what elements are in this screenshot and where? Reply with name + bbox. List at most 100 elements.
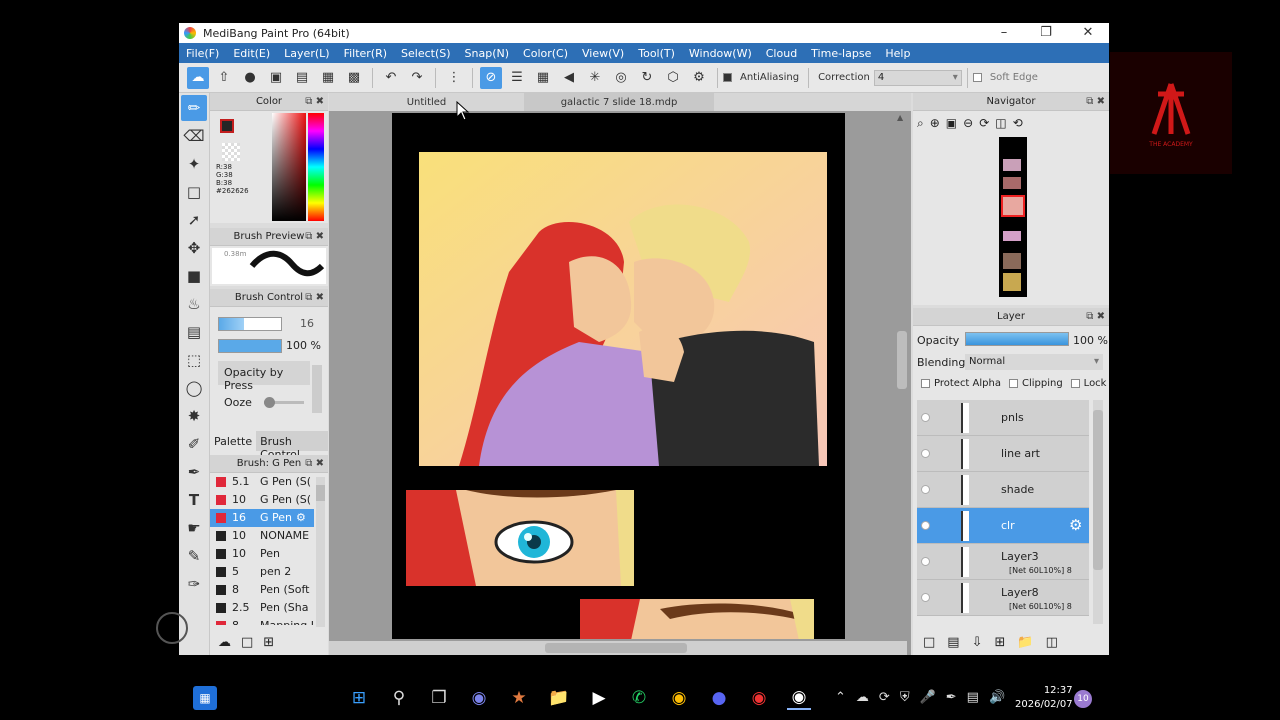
brush-item[interactable]: 5.1 G Pen (S( xyxy=(210,473,314,491)
protect-alpha-checkbox[interactable] xyxy=(921,378,930,388)
brush-item[interactable]: 10 G Pen (S( xyxy=(210,491,314,509)
menu-timelapse[interactable]: Time-lapse xyxy=(804,47,878,60)
volume-icon[interactable]: 🔊 xyxy=(989,690,1005,705)
menu-edit[interactable]: Edit(E) xyxy=(226,47,277,60)
panel-detach-close-icon[interactable]: ⧉ ✖ xyxy=(305,228,324,246)
brush-settings-icon[interactable]: ⚙ xyxy=(296,509,306,527)
comic-page[interactable] xyxy=(392,113,845,639)
teams-icon[interactable]: ◉ xyxy=(467,686,491,710)
copy-layer-icon[interactable]: ▤ xyxy=(947,635,959,650)
layer-row[interactable]: line art xyxy=(917,436,1089,472)
visibility-eye-icon[interactable] xyxy=(921,521,930,530)
select-pen-tool-icon[interactable]: ✐ xyxy=(181,431,207,457)
shield-icon[interactable]: ⛨ xyxy=(900,690,910,705)
add-layer-menu-icon[interactable]: ⊞ xyxy=(995,635,1006,650)
blending-select[interactable]: Normal ▾ xyxy=(965,354,1103,370)
share-icon[interactable]: ⇧ xyxy=(213,67,235,89)
minimize-button[interactable]: – xyxy=(983,23,1025,43)
menu-cloud[interactable]: Cloud xyxy=(759,47,804,60)
primary-color-swatch[interactable] xyxy=(220,119,234,133)
folder-icon[interactable]: 📁 xyxy=(1017,635,1033,650)
restore-button[interactable]: ❐ xyxy=(1025,23,1067,43)
undo-icon[interactable]: ↶ xyxy=(380,67,402,89)
hue-slider[interactable] xyxy=(308,113,324,221)
delete-layer-icon[interactable]: ◫ xyxy=(1046,635,1058,650)
canvas-horizontal-scrollbar[interactable] xyxy=(329,641,907,655)
brush-item[interactable]: 8 Pen (Soft xyxy=(210,581,314,599)
snipping-icon[interactable]: ◉ xyxy=(747,686,771,710)
lock-checkbox[interactable] xyxy=(1070,378,1080,388)
pen-icon[interactable]: ✒ xyxy=(946,690,957,705)
start-icon[interactable]: ⊞ xyxy=(347,686,371,710)
operation-tool-icon[interactable]: ☛ xyxy=(181,515,207,541)
visibility-eye-icon[interactable] xyxy=(921,485,930,494)
menu-help[interactable]: Help xyxy=(878,47,917,60)
select-tool-icon[interactable]: ⬚ xyxy=(181,347,207,373)
new-layer-icon[interactable]: □ xyxy=(923,635,935,650)
task-view-icon[interactable]: ❐ xyxy=(427,686,451,710)
menu-layer[interactable]: Layer(L) xyxy=(277,47,336,60)
merge-layer-icon[interactable]: ⇩ xyxy=(972,635,983,650)
brush-item-selected[interactable]: 16 G Pen ⚙ xyxy=(210,509,314,527)
visibility-eye-icon[interactable] xyxy=(921,593,930,602)
menu-tool[interactable]: Tool(T) xyxy=(631,47,682,60)
whatsapp-icon[interactable]: ✆ xyxy=(627,686,651,710)
gradient-tool-icon[interactable]: ▤ xyxy=(181,319,207,345)
zoom-fit-icon[interactable]: ⌕ xyxy=(917,116,924,131)
notification-badge[interactable]: 10 xyxy=(1074,690,1092,708)
redo-icon[interactable]: ↷ xyxy=(406,67,428,89)
zoom-in-icon[interactable]: ⊕ xyxy=(930,116,940,130)
eraser-tool-icon[interactable]: ⌫ xyxy=(181,123,207,149)
discord-icon[interactable]: ● xyxy=(707,686,731,710)
panel-detach-close-icon[interactable]: ⧉ ✖ xyxy=(1086,308,1105,326)
medibang-taskbar-icon[interactable]: ◉ xyxy=(787,686,811,710)
rotate-icon[interactable]: ⟳ xyxy=(979,116,989,130)
panel-detach-close-icon[interactable]: ⧉ ✖ xyxy=(1086,93,1105,111)
secondary-color-swatch[interactable] xyxy=(222,143,240,161)
panel-detach-close-icon[interactable]: ⧉ ✖ xyxy=(305,289,324,307)
menu-window[interactable]: Window(W) xyxy=(682,47,759,60)
layer-row[interactable]: Layer3 [Net 60L10%] 8 xyxy=(917,544,1089,580)
scroll-up-icon[interactable]: ▲ xyxy=(897,113,907,122)
new-brush-icon[interactable]: □ xyxy=(241,635,253,650)
fill-rect-tool-icon[interactable]: ■ xyxy=(181,263,207,289)
grid-icon[interactable]: ▩ xyxy=(343,67,365,89)
fit-window-icon[interactable]: ▣ xyxy=(946,116,957,130)
layer-settings-icon[interactable]: ⚙ xyxy=(1069,516,1082,534)
menu-view[interactable]: View(V) xyxy=(575,47,631,60)
snap-off-icon[interactable]: ⊘ xyxy=(480,66,502,89)
menu-color[interactable]: Color(C) xyxy=(516,47,575,60)
panel-detach-close-icon[interactable]: ⧉ ✖ xyxy=(305,93,324,111)
panel-scrollbar[interactable] xyxy=(312,365,322,413)
brush-tool-icon[interactable]: ✏ xyxy=(181,95,207,121)
visibility-eye-icon[interactable] xyxy=(921,557,930,566)
brush-item[interactable]: 2.5 Pen (Sha xyxy=(210,599,314,617)
search-icon[interactable]: ⚲ xyxy=(387,686,411,710)
clock[interactable]: 12:37 2026/02/07 xyxy=(1015,684,1073,712)
bucket-tool-icon[interactable]: ♨ xyxy=(181,291,207,317)
antialiasing-checkbox[interactable] xyxy=(723,73,732,82)
chevron-up-icon[interactable]: ⌃ xyxy=(835,690,846,705)
canvas-vertical-scrollbar[interactable]: ▲ xyxy=(897,113,907,637)
weather-icon[interactable]: ☁ xyxy=(856,690,869,705)
brush-opacity-slider[interactable] xyxy=(218,339,282,353)
file-explorer-icon[interactable]: 📁 xyxy=(547,686,571,710)
opacity-pressure-option[interactable]: Opacity by Press xyxy=(218,361,310,392)
canvas-area[interactable]: ▲ xyxy=(329,111,911,655)
polygon-snap-icon[interactable]: ⬡ xyxy=(662,67,684,89)
clipping-checkbox[interactable] xyxy=(1008,378,1018,388)
layer-list-scrollbar[interactable] xyxy=(1093,400,1103,624)
brush-list-scrollbar[interactable] xyxy=(316,477,325,627)
zoom-out-icon[interactable]: ⊖ xyxy=(963,116,973,130)
saturation-value-picker[interactable] xyxy=(272,113,306,221)
text-tool-icon[interactable]: T xyxy=(181,487,207,513)
dot-tool-icon[interactable]: ✦ xyxy=(181,151,207,177)
curve-snap-icon[interactable]: ↻ xyxy=(636,67,658,89)
layer-row[interactable]: shade xyxy=(917,472,1089,508)
menu-select[interactable]: Select(S) xyxy=(394,47,458,60)
rectangle-tool-icon[interactable]: □ xyxy=(181,179,207,205)
close-button[interactable]: ✕ xyxy=(1067,23,1109,43)
speech-icon[interactable]: ▣ xyxy=(265,67,287,89)
reset-view-icon[interactable]: ⟲ xyxy=(1013,116,1023,130)
vanishing-snap-icon[interactable]: ◀ xyxy=(558,67,580,89)
